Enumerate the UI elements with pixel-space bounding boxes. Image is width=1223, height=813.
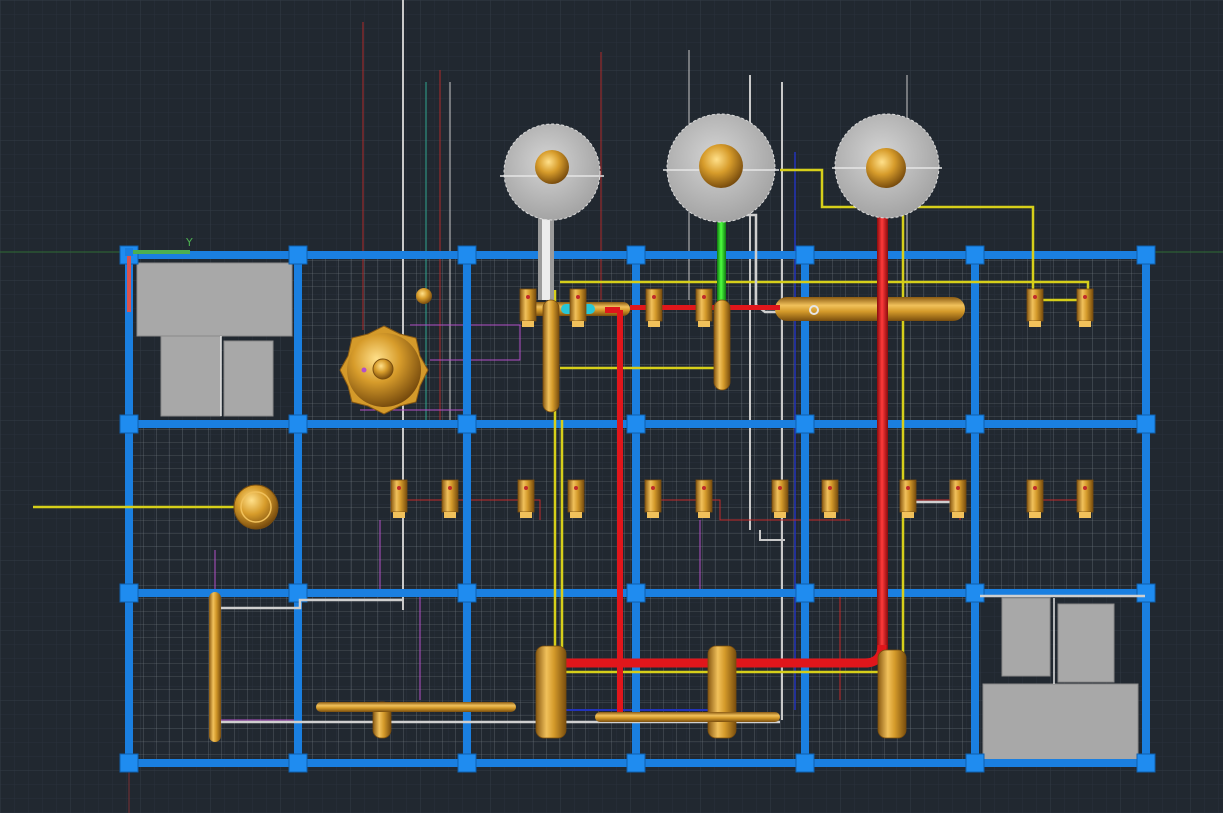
frame-column bbox=[795, 583, 815, 603]
copper-vessel[interactable] bbox=[535, 645, 567, 739]
valve[interactable] bbox=[645, 288, 663, 327]
valve[interactable] bbox=[519, 288, 537, 327]
frame-beam-v bbox=[463, 251, 471, 767]
frame-column bbox=[965, 583, 985, 603]
valve[interactable] bbox=[949, 479, 967, 518]
frame-column bbox=[795, 753, 815, 773]
valve[interactable] bbox=[1026, 288, 1044, 327]
frame-column bbox=[626, 753, 646, 773]
frame-column bbox=[965, 414, 985, 434]
frame-column bbox=[457, 245, 477, 265]
frame-column bbox=[626, 245, 646, 265]
valve[interactable] bbox=[695, 479, 713, 518]
frame-column bbox=[119, 583, 139, 603]
frame-column bbox=[795, 414, 815, 434]
frame-column bbox=[1136, 245, 1156, 265]
frame-beam-v bbox=[1142, 251, 1150, 767]
cad-model-viewport[interactable]: Y bbox=[0, 0, 1223, 813]
valve[interactable] bbox=[899, 479, 917, 518]
valve[interactable] bbox=[441, 479, 459, 518]
small-fitting[interactable] bbox=[416, 288, 432, 304]
valve[interactable] bbox=[644, 479, 662, 518]
copper-vessel[interactable] bbox=[707, 645, 737, 739]
spherical-vessel[interactable] bbox=[339, 325, 429, 415]
copper-vessel[interactable] bbox=[713, 299, 731, 391]
valve[interactable] bbox=[1076, 479, 1094, 518]
frame-column bbox=[457, 414, 477, 434]
valve[interactable] bbox=[567, 479, 585, 518]
small-sphere[interactable] bbox=[233, 484, 279, 530]
valve[interactable] bbox=[821, 479, 839, 518]
ucs-y-label: Y bbox=[185, 236, 193, 249]
frame-beam-v bbox=[125, 251, 133, 767]
frame-column bbox=[457, 753, 477, 773]
frame-column bbox=[626, 414, 646, 434]
frame-column bbox=[288, 414, 308, 434]
frame-beam-v bbox=[971, 251, 979, 767]
frame-column bbox=[119, 414, 139, 434]
valve[interactable] bbox=[390, 479, 408, 518]
frame-beam-v bbox=[632, 251, 640, 767]
valve[interactable] bbox=[771, 479, 789, 518]
frame-column bbox=[119, 753, 139, 773]
drawing-canvas[interactable]: Y bbox=[0, 0, 1223, 813]
copper-vessel[interactable] bbox=[542, 299, 560, 413]
frame-column bbox=[288, 245, 308, 265]
frame-column bbox=[626, 583, 646, 603]
frame-column bbox=[1136, 583, 1156, 603]
valve[interactable] bbox=[1076, 288, 1094, 327]
frame-column bbox=[288, 753, 308, 773]
frame-column bbox=[965, 753, 985, 773]
frame-beam-v bbox=[294, 251, 302, 767]
copper-vessel[interactable] bbox=[877, 649, 907, 739]
frame-column bbox=[457, 583, 477, 603]
frame-column bbox=[1136, 414, 1156, 434]
frame-column bbox=[1136, 753, 1156, 773]
valve[interactable] bbox=[695, 288, 713, 327]
frame-beam-v bbox=[801, 251, 809, 767]
frame-column bbox=[795, 245, 815, 265]
frame-column bbox=[965, 245, 985, 265]
valve[interactable] bbox=[569, 288, 587, 327]
valve[interactable] bbox=[517, 479, 535, 518]
valve[interactable] bbox=[1026, 479, 1044, 518]
